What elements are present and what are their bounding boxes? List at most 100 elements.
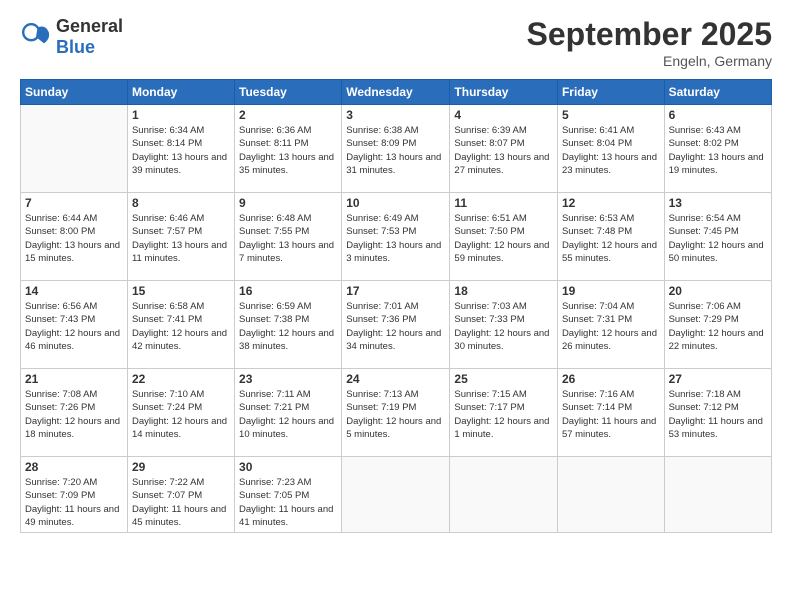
table-row: 20 Sunrise: 7:06 AM Sunset: 7:29 PM Dayli… [664,281,771,369]
day-info: Sunrise: 6:39 AM Sunset: 8:07 PM Dayligh… [454,124,553,177]
day-info: Sunrise: 6:46 AM Sunset: 7:57 PM Dayligh… [132,212,230,265]
table-row [342,457,450,533]
logo-icon [20,21,52,53]
day-number: 2 [239,108,337,122]
day-info: Sunrise: 6:58 AM Sunset: 7:41 PM Dayligh… [132,300,230,353]
calendar-table: Sunday Monday Tuesday Wednesday Thursday… [20,79,772,533]
calendar-week-2: 7Sunrise: 6:44 AM Sunset: 8:00 PM Daylig… [21,193,772,281]
day-number: 22 [132,372,230,386]
day-number: 4 [454,108,553,122]
table-row: 18 Sunrise: 7:03 AM Sunset: 7:33 PM Dayli… [450,281,558,369]
day-info: Sunrise: 7:01 AM Sunset: 7:36 PM Dayligh… [346,300,445,353]
table-row: 1Sunrise: 6:34 AM Sunset: 8:14 PM Daylig… [127,105,234,193]
table-row: 5 Sunrise: 6:41 AM Sunset: 8:04 PM Daylig… [557,105,664,193]
table-row: 11 Sunrise: 6:51 AM Sunset: 7:50 PM Dayli… [450,193,558,281]
day-number: 21 [25,372,123,386]
table-row [664,457,771,533]
table-row: 29 Sunrise: 7:22 AM Sunset: 7:07 PM Dayli… [127,457,234,533]
table-row: 17 Sunrise: 7:01 AM Sunset: 7:36 PM Dayli… [342,281,450,369]
table-row: 19Sunrise: 7:04 AM Sunset: 7:31 PM Dayli… [557,281,664,369]
table-row: 15 Sunrise: 6:58 AM Sunset: 7:41 PM Dayli… [127,281,234,369]
calendar-title: September 2025 [527,16,772,53]
day-number: 19 [562,284,660,298]
table-row: 12Sunrise: 6:53 AM Sunset: 7:48 PM Dayli… [557,193,664,281]
day-info: Sunrise: 7:08 AM Sunset: 7:26 PM Dayligh… [25,388,123,441]
col-monday: Monday [127,80,234,105]
col-sunday: Sunday [21,80,128,105]
day-number: 27 [669,372,767,386]
col-thursday: Thursday [450,80,558,105]
day-info: Sunrise: 7:18 AM Sunset: 7:12 PM Dayligh… [669,388,767,441]
table-row: 30Sunrise: 7:23 AM Sunset: 7:05 PM Dayli… [235,457,342,533]
day-number: 6 [669,108,767,122]
day-number: 3 [346,108,445,122]
table-row: 2 Sunrise: 6:36 AM Sunset: 8:11 PM Daylig… [235,105,342,193]
day-number: 11 [454,196,553,210]
day-number: 20 [669,284,767,298]
day-info: Sunrise: 6:56 AM Sunset: 7:43 PM Dayligh… [25,300,123,353]
day-number: 30 [239,460,337,474]
day-number: 28 [25,460,123,474]
day-number: 10 [346,196,445,210]
day-info: Sunrise: 6:34 AM Sunset: 8:14 PM Dayligh… [132,124,230,177]
col-saturday: Saturday [664,80,771,105]
day-number: 12 [562,196,660,210]
logo-blue-text: Blue [56,37,123,58]
day-info: Sunrise: 6:43 AM Sunset: 8:02 PM Dayligh… [669,124,767,177]
day-number: 17 [346,284,445,298]
table-row: 6 Sunrise: 6:43 AM Sunset: 8:02 PM Daylig… [664,105,771,193]
day-info: Sunrise: 7:10 AM Sunset: 7:24 PM Dayligh… [132,388,230,441]
day-info: Sunrise: 6:41 AM Sunset: 8:04 PM Dayligh… [562,124,660,177]
table-row: 27 Sunrise: 7:18 AM Sunset: 7:12 PM Dayli… [664,369,771,457]
day-number: 29 [132,460,230,474]
table-row: 25 Sunrise: 7:15 AM Sunset: 7:17 PM Dayli… [450,369,558,457]
day-info: Sunrise: 7:06 AM Sunset: 7:29 PM Dayligh… [669,300,767,353]
day-number: 8 [132,196,230,210]
day-number: 7 [25,196,123,210]
day-number: 24 [346,372,445,386]
table-row: 26Sunrise: 7:16 AM Sunset: 7:14 PM Dayli… [557,369,664,457]
day-number: 26 [562,372,660,386]
table-row: 22 Sunrise: 7:10 AM Sunset: 7:24 PM Dayli… [127,369,234,457]
col-tuesday: Tuesday [235,80,342,105]
table-row: 24 Sunrise: 7:13 AM Sunset: 7:19 PM Dayli… [342,369,450,457]
table-row: 16Sunrise: 6:59 AM Sunset: 7:38 PM Dayli… [235,281,342,369]
table-row: 8 Sunrise: 6:46 AM Sunset: 7:57 PM Daylig… [127,193,234,281]
title-block: September 2025 Engeln, Germany [527,16,772,69]
day-info: Sunrise: 6:54 AM Sunset: 7:45 PM Dayligh… [669,212,767,265]
table-row: 21 Sunrise: 7:08 AM Sunset: 7:26 PM Dayli… [21,369,128,457]
day-number: 5 [562,108,660,122]
logo: General Blue [20,16,123,58]
day-info: Sunrise: 6:48 AM Sunset: 7:55 PM Dayligh… [239,212,337,265]
table-row: 13 Sunrise: 6:54 AM Sunset: 7:45 PM Dayli… [664,193,771,281]
table-row: 3Sunrise: 6:38 AM Sunset: 8:09 PM Daylig… [342,105,450,193]
day-info: Sunrise: 6:51 AM Sunset: 7:50 PM Dayligh… [454,212,553,265]
day-info: Sunrise: 6:36 AM Sunset: 8:11 PM Dayligh… [239,124,337,177]
col-wednesday: Wednesday [342,80,450,105]
day-number: 15 [132,284,230,298]
table-row: 9 Sunrise: 6:48 AM Sunset: 7:55 PM Daylig… [235,193,342,281]
table-row: 7Sunrise: 6:44 AM Sunset: 8:00 PM Daylig… [21,193,128,281]
table-row: 23Sunrise: 7:11 AM Sunset: 7:21 PM Dayli… [235,369,342,457]
day-info: Sunrise: 7:03 AM Sunset: 7:33 PM Dayligh… [454,300,553,353]
day-info: Sunrise: 7:22 AM Sunset: 7:07 PM Dayligh… [132,476,230,529]
calendar-week-3: 14 Sunrise: 6:56 AM Sunset: 7:43 PM Dayli… [21,281,772,369]
day-number: 14 [25,284,123,298]
table-row: 10 Sunrise: 6:49 AM Sunset: 7:53 PM Dayli… [342,193,450,281]
calendar-week-1: 1Sunrise: 6:34 AM Sunset: 8:14 PM Daylig… [21,105,772,193]
table-row: 28Sunrise: 7:20 AM Sunset: 7:09 PM Dayli… [21,457,128,533]
day-info: Sunrise: 6:49 AM Sunset: 7:53 PM Dayligh… [346,212,445,265]
table-row: 14 Sunrise: 6:56 AM Sunset: 7:43 PM Dayli… [21,281,128,369]
day-info: Sunrise: 7:15 AM Sunset: 7:17 PM Dayligh… [454,388,553,441]
col-friday: Friday [557,80,664,105]
day-number: 13 [669,196,767,210]
logo-text: General Blue [56,16,123,58]
day-number: 16 [239,284,337,298]
day-number: 9 [239,196,337,210]
logo-general-text: General [56,16,123,37]
table-row: 4 Sunrise: 6:39 AM Sunset: 8:07 PM Daylig… [450,105,558,193]
day-info: Sunrise: 7:13 AM Sunset: 7:19 PM Dayligh… [346,388,445,441]
day-number: 18 [454,284,553,298]
day-number: 25 [454,372,553,386]
table-row [21,105,128,193]
